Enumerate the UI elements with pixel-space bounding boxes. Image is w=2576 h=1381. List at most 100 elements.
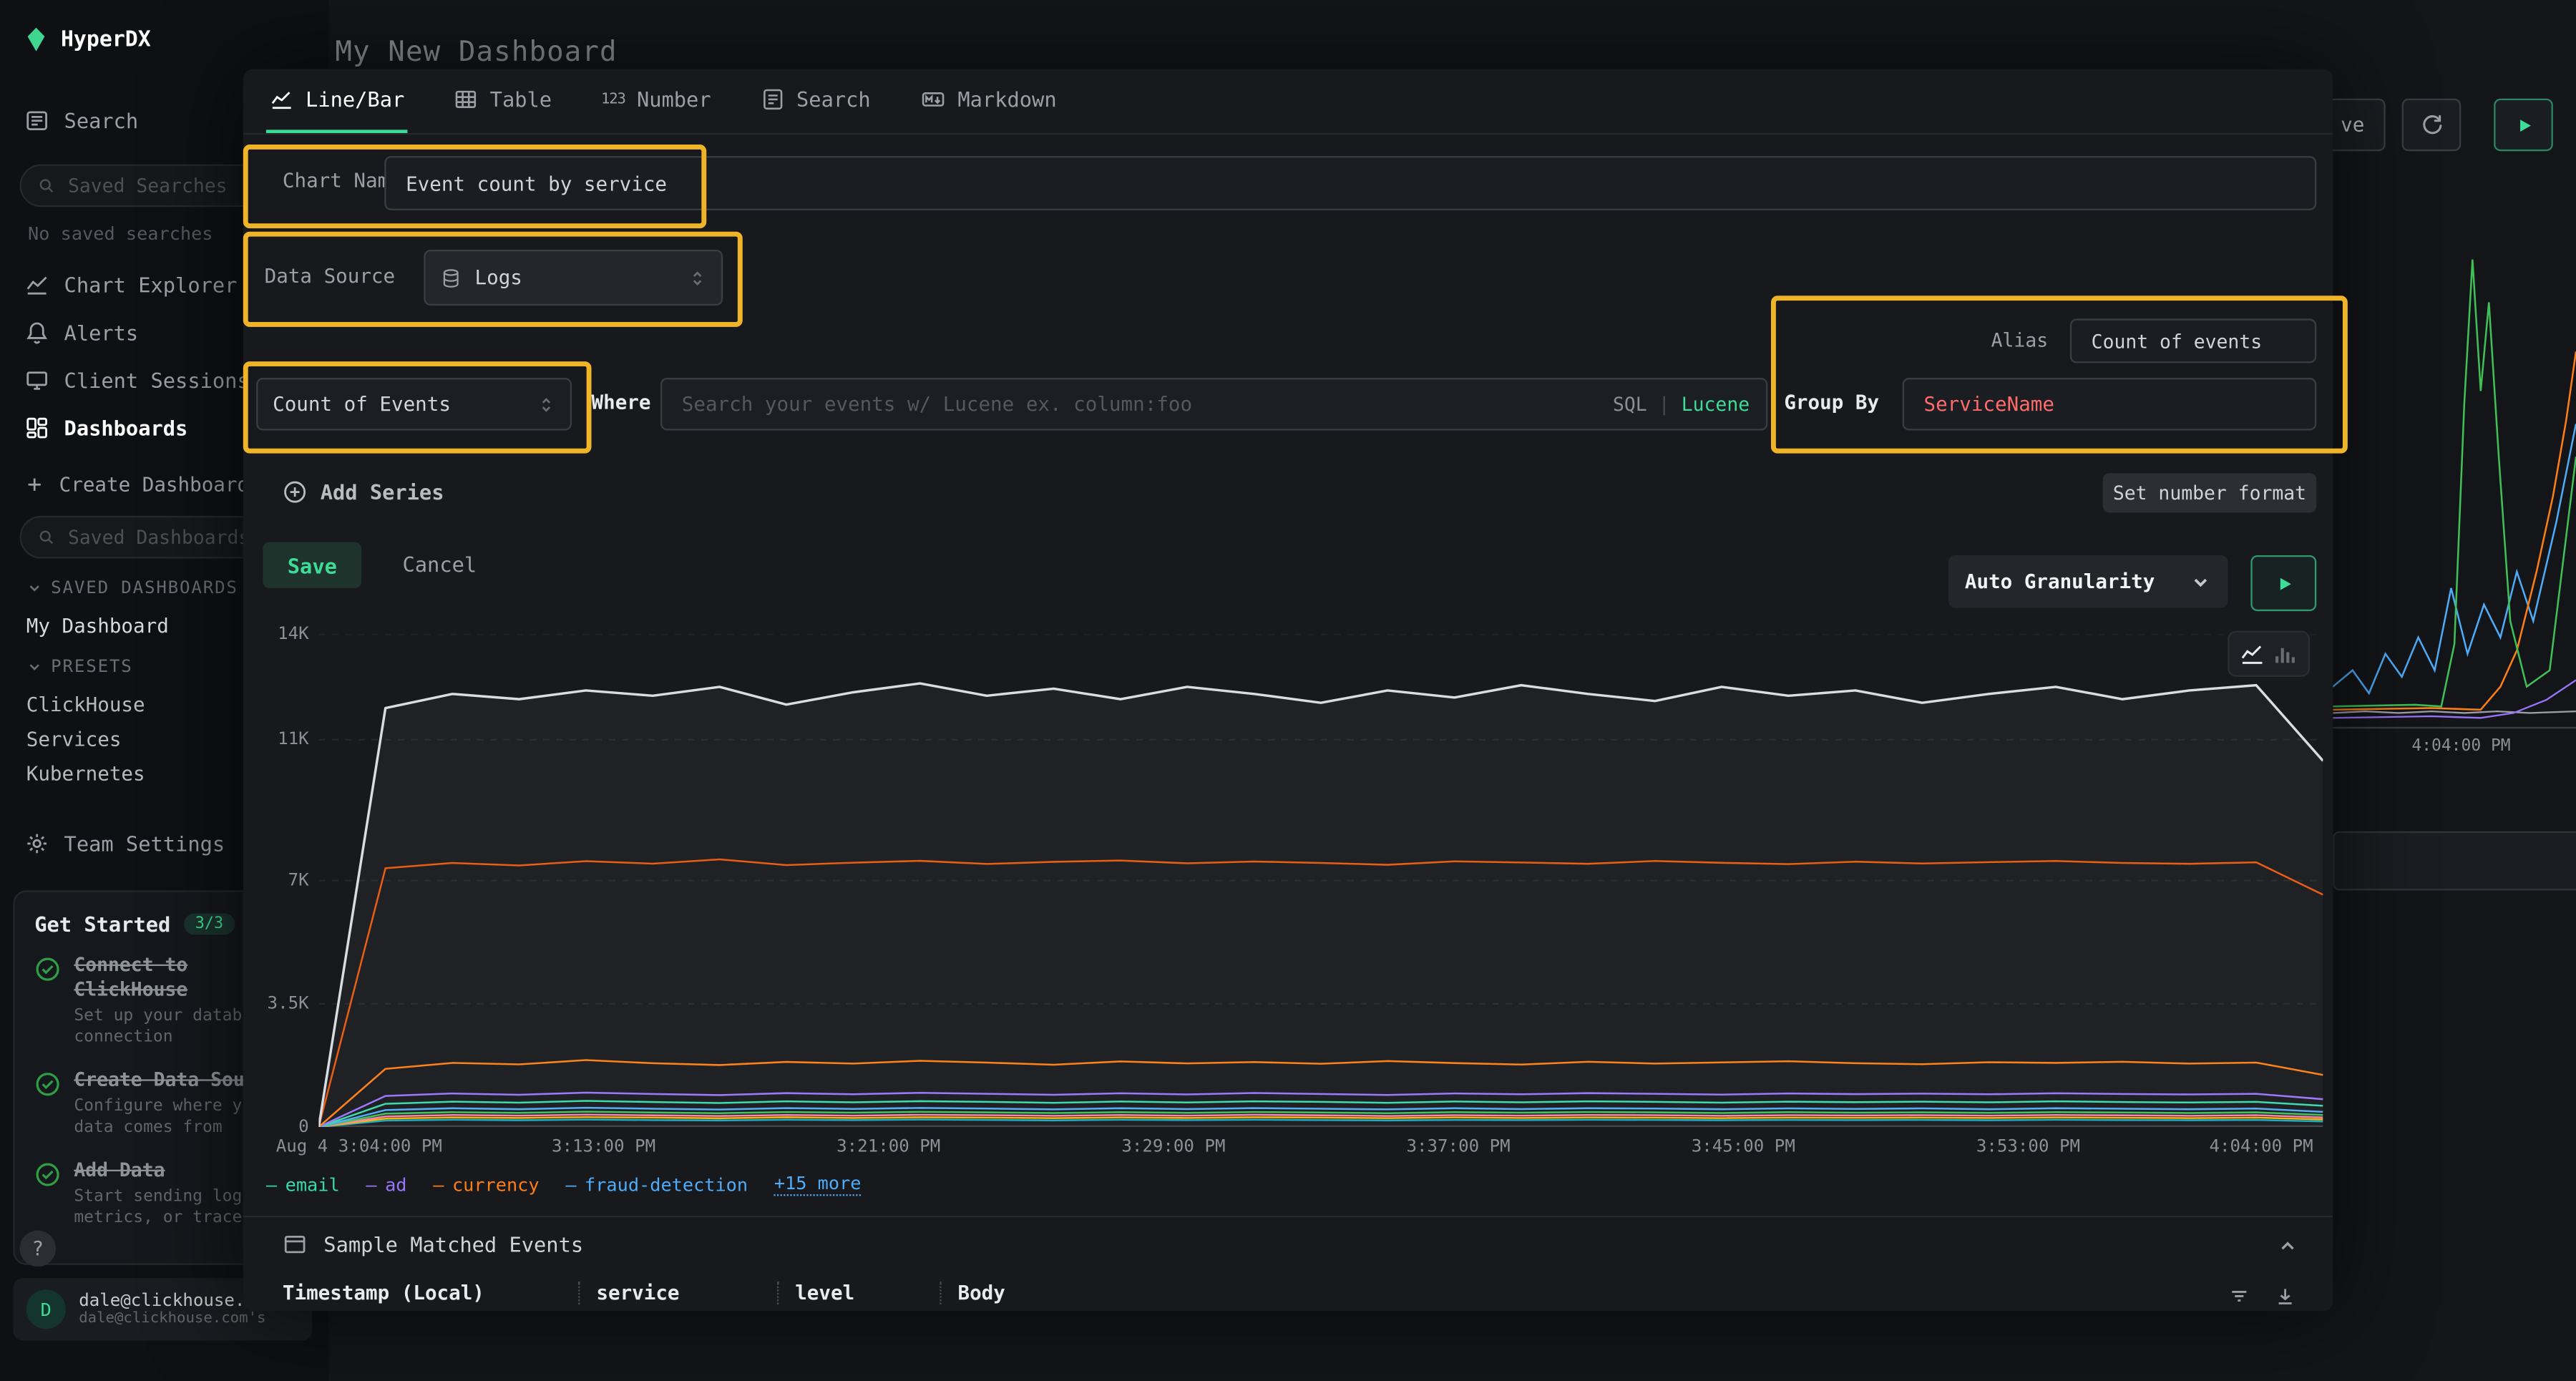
legend-item[interactable]: — ad <box>366 1173 406 1195</box>
x-axis-label: Aug 4 3:04:00 PM <box>276 1137 442 1157</box>
add-circle-icon <box>283 479 307 504</box>
legend-dash: — <box>433 1173 444 1195</box>
brand[interactable]: HyperDX <box>23 26 151 53</box>
aggregation-value: Count of Events <box>273 393 524 416</box>
download-icon[interactable] <box>2274 1284 2297 1307</box>
alias-input[interactable] <box>2070 318 2316 363</box>
legend-items: —email—ad—currency—fraud-detection <box>266 1173 748 1195</box>
magnifier-icon <box>38 176 55 196</box>
chart-name-input[interactable] <box>384 156 2316 210</box>
tab-line-bar[interactable]: Line/Bar <box>266 69 408 133</box>
chart-name-field[interactable] <box>402 170 2298 197</box>
background-input-bar[interactable] <box>2333 831 2576 891</box>
background-chart <box>2333 157 2576 768</box>
monitor-icon <box>24 368 49 392</box>
select-updown-icon <box>688 268 706 286</box>
get-started-title: Get Started <box>34 912 170 936</box>
x-axis-label: 3:45:00 PM <box>1692 1137 1795 1157</box>
column-header-level[interactable]: level <box>795 1282 923 1304</box>
legend-item[interactable]: —currency <box>433 1173 539 1195</box>
line-chart <box>318 634 2323 1127</box>
plot-area[interactable] <box>318 634 2323 1127</box>
search-logs-icon <box>24 109 49 133</box>
x-axis-label: 3:53:00 PM <box>1976 1137 2080 1157</box>
x-axis-label: 3:37:00 PM <box>1407 1137 1511 1157</box>
check-circle-icon <box>34 1071 61 1098</box>
section-label: PRESETS <box>51 657 132 677</box>
aggregation-select[interactable]: Count of Events <box>256 378 572 430</box>
bar-chart-toggle-icon[interactable] <box>2272 640 2298 667</box>
lucene-toggle[interactable]: Lucene <box>1682 393 1750 416</box>
magnifier-icon <box>38 527 55 547</box>
group-by-field[interactable] <box>1921 391 2298 417</box>
run-query-button-background[interactable] <box>2494 99 2553 151</box>
panel-icon <box>283 1232 307 1256</box>
sidebar-item-services[interactable]: Services <box>26 728 122 751</box>
data-source-select[interactable]: Logs <box>424 250 723 306</box>
group-by-input[interactable] <box>1903 378 2317 430</box>
refresh-button[interactable] <box>2402 99 2462 151</box>
background-time-label: 4:04:00 PM <box>2411 738 2510 756</box>
sample-events-header[interactable]: Sample Matched Events <box>283 1232 583 1256</box>
filter-lines-icon[interactable] <box>2228 1284 2250 1307</box>
sidebar-item-label: Client Sessions <box>64 368 250 392</box>
cancel-button[interactable]: Cancel <box>402 552 477 576</box>
sidebar-item-clickhouse[interactable]: ClickHouse <box>26 693 145 716</box>
tab-label: Number <box>637 87 711 112</box>
data-source-value: Logs <box>475 266 675 289</box>
number-123-icon: 123 <box>601 91 625 107</box>
column-header-timestamp[interactable]: Timestamp (Local) <box>283 1282 562 1304</box>
check-circle-icon <box>34 1161 61 1188</box>
user-team: dale@clickhouse.com's <box>79 1311 276 1327</box>
sidebar-item-label: Alerts <box>64 321 139 345</box>
tab-markdown[interactable]: Markdown <box>917 69 1060 133</box>
y-axis: 03.5K7K11K14K <box>253 634 319 1127</box>
select-updown-icon <box>537 395 555 413</box>
column-header-service[interactable]: service <box>596 1282 761 1304</box>
collapse-section-button[interactable] <box>2277 1236 2298 1257</box>
sidebar-item-label: Team Settings <box>64 831 225 856</box>
bell-icon <box>24 321 49 345</box>
tab-number[interactable]: 123 Number <box>597 69 714 133</box>
data-source-label: Data Source <box>265 265 395 288</box>
sidebar-item-label: Chart Explorer <box>64 273 238 297</box>
help-button[interactable]: ? <box>20 1231 57 1267</box>
group-by-label: Group By <box>1784 391 1879 414</box>
sidebar-item-label: Search <box>64 109 139 133</box>
chart-area: 03.5K7K11K14K <box>253 634 2323 1127</box>
sidebar-item-my-dashboard[interactable]: My Dashboard <box>26 615 169 638</box>
legend-dash: — <box>366 1173 376 1195</box>
save-button[interactable]: Save <box>263 542 361 588</box>
check-circle-icon <box>34 956 61 982</box>
legend-label: email <box>286 1173 340 1195</box>
legend-label: ad <box>385 1173 406 1195</box>
create-dashboard-label: Create Dashboard <box>59 473 249 496</box>
legend-dash: — <box>565 1173 576 1195</box>
hyperdx-app: My New Dashboard ve 4:04:00 PM HyperDX S… <box>0 0 2576 1381</box>
set-number-format-button[interactable]: Set number format <box>2103 473 2316 512</box>
granularity-select[interactable]: Auto Granularity <box>1948 555 2228 607</box>
where-input[interactable]: SQL | Lucene <box>660 378 1767 430</box>
presets-section-header[interactable]: PRESETS <box>26 657 133 677</box>
tab-table[interactable]: Table <box>451 69 555 133</box>
chevron-up-icon <box>2277 1236 2298 1257</box>
line-chart-toggle-icon[interactable] <box>2239 640 2265 667</box>
x-axis-label: 3:29:00 PM <box>1121 1137 1225 1157</box>
legend-item[interactable]: —fraud-detection <box>565 1173 748 1195</box>
legend-more-link[interactable]: +15 more <box>774 1173 862 1196</box>
alias-field[interactable] <box>2088 328 2298 354</box>
x-axis: Aug 4 3:04:00 PM3:13:00 PM3:21:00 PM3:29… <box>318 1137 2313 1163</box>
screenshot-root: My New Dashboard ve 4:04:00 PM HyperDX S… <box>0 0 2576 1381</box>
tab-search[interactable]: Search <box>757 69 874 133</box>
column-header-body[interactable]: Body <box>958 1282 1005 1304</box>
document-lines-icon <box>760 87 784 112</box>
sql-toggle[interactable]: SQL <box>1613 393 1647 416</box>
tab-label: Markdown <box>957 87 1056 112</box>
get-started-progress-badge: 3/3 <box>184 914 235 935</box>
run-chart-button[interactable] <box>2250 555 2316 611</box>
where-search-field[interactable] <box>678 391 1596 417</box>
sidebar-item-kubernetes[interactable]: Kubernetes <box>26 762 145 785</box>
add-series-button[interactable]: Add Series <box>283 479 444 504</box>
legend-item[interactable]: —email <box>266 1173 340 1195</box>
saved-dashboards-section-header[interactable]: SAVED DASHBOARDS <box>26 578 238 598</box>
